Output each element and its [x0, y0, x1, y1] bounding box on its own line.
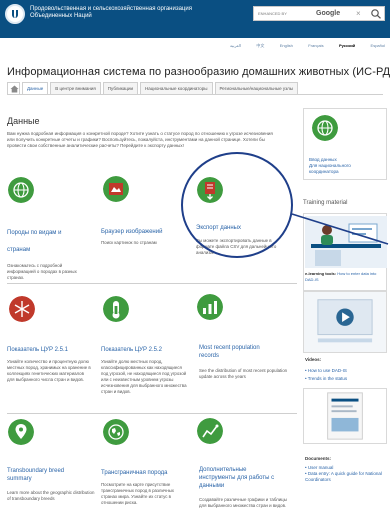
divider	[7, 283, 297, 284]
video-link[interactable]: • How to use DAD-IS	[305, 367, 347, 375]
divider	[7, 413, 297, 414]
video-list: • How to use DAD-IS • Trends in the stat…	[305, 367, 347, 383]
home-icon	[10, 85, 19, 93]
fao-logo-icon[interactable]	[5, 4, 25, 24]
home-tab[interactable]	[7, 82, 20, 94]
thermometer-icon[interactable]	[103, 296, 129, 322]
tab-national-coordinators[interactable]: Национальные координаторы	[140, 82, 213, 94]
tile-title-cont[interactable]: странам	[7, 246, 30, 254]
tile-title[interactable]: Трансграничная порода	[101, 469, 168, 477]
data-entry-title[interactable]: Ввод данных Для национального координато…	[309, 157, 351, 175]
documents-label: Documents:	[305, 456, 332, 461]
annotation-arrow	[291, 213, 389, 245]
snowflake-icon[interactable]	[9, 296, 35, 322]
tools-chart-icon[interactable]	[197, 418, 223, 444]
tab-regional-nodes[interactable]: Региональные/национальные узлы	[214, 82, 299, 94]
lang-french[interactable]: Français	[308, 43, 323, 49]
video-link[interactable]: • Trends in the status	[305, 375, 347, 383]
videos-label: Videos:	[305, 357, 322, 362]
population-chart-icon[interactable]	[197, 294, 223, 320]
data-entry-icon[interactable]	[312, 115, 338, 141]
tile-title[interactable]: Показатель ЦУР 2.5.2	[101, 346, 162, 354]
tile-desc: Поиск картинок по странам	[101, 240, 157, 245]
tile-desc: Узнайте количество и процентную долю мес…	[7, 359, 91, 382]
tile-title-cont[interactable]: records	[199, 352, 219, 360]
data-entry-card[interactable]: Ввод данных Для национального координато…	[303, 108, 387, 180]
tile-title[interactable]: Породы по видам и	[7, 229, 61, 237]
tile-title[interactable]: Браузер изображений	[101, 228, 162, 236]
lang-spanish[interactable]: Español	[371, 43, 385, 49]
main-nav: Данные В центре внимания Публикации Наци…	[7, 82, 383, 95]
pin-globe-icon[interactable]	[8, 419, 34, 445]
tile-title-cont[interactable]: данными	[199, 482, 224, 490]
lang-arabic[interactable]: العربية	[230, 43, 241, 49]
search-label: ENHANCED BY	[258, 11, 287, 16]
tile-title[interactable]: Дополнительные	[199, 466, 247, 474]
training-title: Training material	[303, 200, 348, 206]
tile-title-cont[interactable]: инструменты для работы с	[199, 474, 274, 482]
tile-title[interactable]: Показатель ЦУР 2.5.1	[7, 346, 68, 354]
intro-text: Вам нужна подробная информация о конкрет…	[7, 131, 273, 149]
annotation-circle	[181, 152, 293, 258]
video-thumbnail[interactable]	[303, 291, 387, 353]
documents-thumbnail[interactable]	[303, 388, 387, 444]
tile-desc: Ознакомьтесь с подробной информацией о п…	[7, 263, 77, 280]
tile-desc: See the distribution of most recent popu…	[199, 368, 288, 379]
tile-desc: Learn more about the geographic distribu…	[7, 490, 95, 501]
clear-icon[interactable]: ×	[356, 9, 361, 18]
documents-list: • User manual • Data entry: A quick guid…	[305, 465, 387, 483]
lang-chinese[interactable]: 中文	[256, 43, 264, 49]
search-icon[interactable]	[370, 8, 382, 19]
tile-desc: Узнайте долю местных пород, классифициро…	[101, 359, 187, 394]
org-name[interactable]: Продовольственная и сельскохозяйственная…	[30, 6, 200, 20]
header-bar: Продовольственная и сельскохозяйственная…	[0, 0, 390, 38]
tab-publications[interactable]: Публикации	[102, 82, 139, 94]
tile-title[interactable]: Transboundary breed	[7, 467, 64, 475]
tile-title[interactable]: Most recent population	[199, 344, 260, 352]
language-selector: العربية 中文 English Français Русский Espa…	[230, 43, 385, 49]
search-input[interactable]: ENHANCED BY Google ×	[253, 6, 385, 21]
tab-data[interactable]: Данные	[22, 82, 49, 94]
lang-russian[interactable]: Русский	[339, 43, 355, 49]
tile-desc: Посмотрите на карте присутствие трансгра…	[101, 482, 174, 505]
image-icon[interactable]	[103, 176, 129, 202]
tab-spotlight[interactable]: В центре внимания	[50, 82, 101, 94]
training-caption: e-learning tools: How to enter data into…	[305, 271, 377, 282]
lang-english[interactable]: English	[280, 43, 293, 49]
globe-icon[interactable]	[8, 177, 34, 203]
tile-title-cont[interactable]: summary	[7, 475, 32, 483]
doc-link[interactable]: • Data entry: A quick guide for National…	[305, 471, 387, 483]
google-brand: Google	[316, 10, 341, 17]
map-globe-icon[interactable]	[103, 419, 129, 445]
section-title: Данные	[7, 116, 40, 126]
site-title: Информационная система по разнообразию д…	[7, 66, 390, 78]
tile-desc: Создавайте различные графики и таблицы д…	[199, 497, 287, 508]
